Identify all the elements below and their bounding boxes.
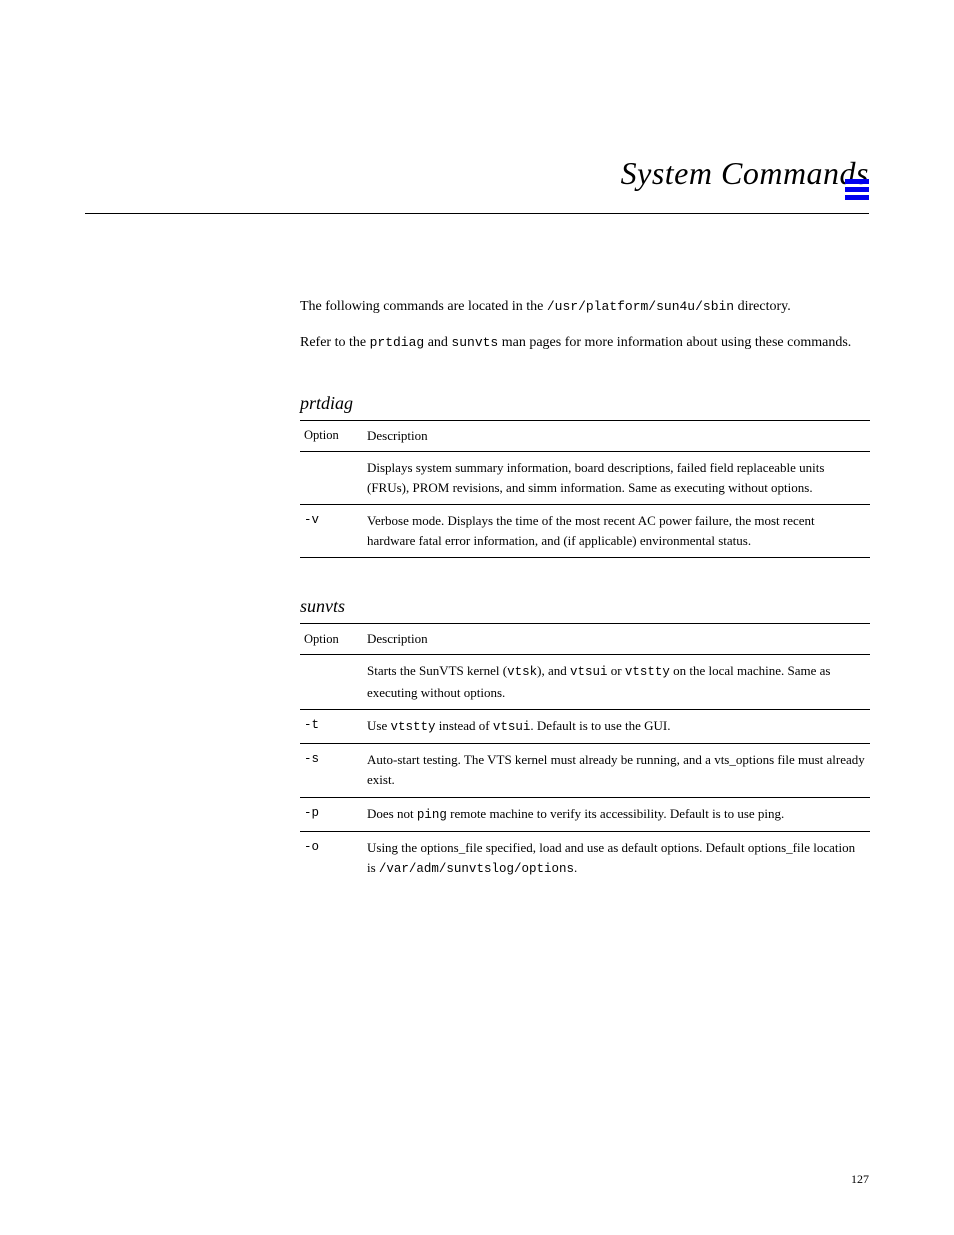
text-fragment: ), and bbox=[537, 663, 570, 678]
text-fragment: man pages for more information about usi… bbox=[498, 335, 851, 350]
text-fragment: remote machine to verify its accessibili… bbox=[447, 806, 784, 821]
option-flag bbox=[300, 451, 363, 504]
page-number: 127 bbox=[851, 1172, 869, 1187]
command-name: ping bbox=[417, 808, 447, 822]
column-header-option: Option bbox=[300, 624, 363, 655]
option-description: Does not ping remote machine to verify i… bbox=[363, 797, 870, 831]
table-row: -o Using the options_file specified, loa… bbox=[300, 831, 870, 885]
option-flag: -p bbox=[300, 797, 363, 831]
option-flag: -o bbox=[300, 831, 363, 885]
page-title: System Commands bbox=[621, 155, 869, 192]
document-page: System Commands The following commands a… bbox=[0, 0, 954, 1235]
text-fragment: and bbox=[424, 335, 451, 350]
option-flag bbox=[300, 655, 363, 710]
table-row: Displays system summary information, boa… bbox=[300, 451, 870, 504]
section-heading-prtdiag: prtdiag bbox=[300, 393, 869, 414]
command-name: sunvts bbox=[451, 335, 498, 350]
table-row: -p Does not ping remote machine to verif… bbox=[300, 797, 870, 831]
text-fragment: Refer to the bbox=[300, 335, 370, 350]
column-header-option: Option bbox=[300, 420, 363, 451]
options-table-sunvts: Option Description Starts the SunVTS ker… bbox=[300, 623, 870, 885]
section-heading-sunvts: sunvts bbox=[300, 596, 869, 617]
text-fragment: . Default is to use the GUI. bbox=[530, 718, 670, 733]
table-row: -t Use vtstty instead of vtsui. Default … bbox=[300, 709, 870, 743]
text-fragment: or bbox=[607, 663, 624, 678]
option-flag: -v bbox=[300, 505, 363, 558]
content-column: The following commands are located in th… bbox=[300, 295, 869, 886]
command-name: vtstty bbox=[390, 720, 435, 734]
options-table-prtdiag: Option Description Displays system summa… bbox=[300, 420, 870, 559]
intro-paragraph-1: The following commands are located in th… bbox=[300, 295, 869, 319]
page-header: System Commands bbox=[85, 90, 869, 295]
option-description: Starts the SunVTS kernel (vtsk), and vts… bbox=[363, 655, 870, 710]
file-path: /var/adm/sunvtslog/options bbox=[379, 862, 574, 876]
directory-path: /usr/platform/sun4u/sbin bbox=[547, 299, 734, 314]
table-row: -s Auto-start testing. The VTS kernel mu… bbox=[300, 744, 870, 797]
text-fragment: instead of bbox=[435, 718, 492, 733]
command-name: vtsui bbox=[493, 720, 531, 734]
text-fragment: Use bbox=[367, 718, 390, 733]
option-description: Auto-start testing. The VTS kernel must … bbox=[363, 744, 870, 797]
text-fragment: directory. bbox=[734, 299, 791, 314]
column-header-description: Description bbox=[363, 420, 870, 451]
option-description: Verbose mode. Displays the time of the m… bbox=[363, 505, 870, 558]
table-header-row: Option Description bbox=[300, 624, 870, 655]
intro-paragraph-2: Refer to the prtdiag and sunvts man page… bbox=[300, 331, 869, 355]
command-name: vtsui bbox=[570, 665, 608, 679]
table-row: -v Verbose mode. Displays the time of th… bbox=[300, 505, 870, 558]
command-name: prtdiag bbox=[370, 335, 425, 350]
header-rule bbox=[85, 213, 869, 214]
option-flag: -t bbox=[300, 709, 363, 743]
text-fragment: The following commands are located in th… bbox=[300, 299, 547, 314]
table-row: Starts the SunVTS kernel (vtsk), and vts… bbox=[300, 655, 870, 710]
option-description: Using the options_file specified, load a… bbox=[363, 831, 870, 885]
option-flag: -s bbox=[300, 744, 363, 797]
column-header-description: Description bbox=[363, 624, 870, 655]
table-header-row: Option Description bbox=[300, 420, 870, 451]
command-name: vtstty bbox=[625, 665, 670, 679]
text-fragment: Does not bbox=[367, 806, 417, 821]
option-description: Use vtstty instead of vtsui. Default is … bbox=[363, 709, 870, 743]
command-name: vtsk bbox=[507, 665, 537, 679]
option-description: Displays system summary information, boa… bbox=[363, 451, 870, 504]
text-fragment: . bbox=[574, 860, 577, 875]
menu-bars-icon bbox=[845, 179, 869, 203]
text-fragment: Starts the SunVTS kernel ( bbox=[367, 663, 507, 678]
